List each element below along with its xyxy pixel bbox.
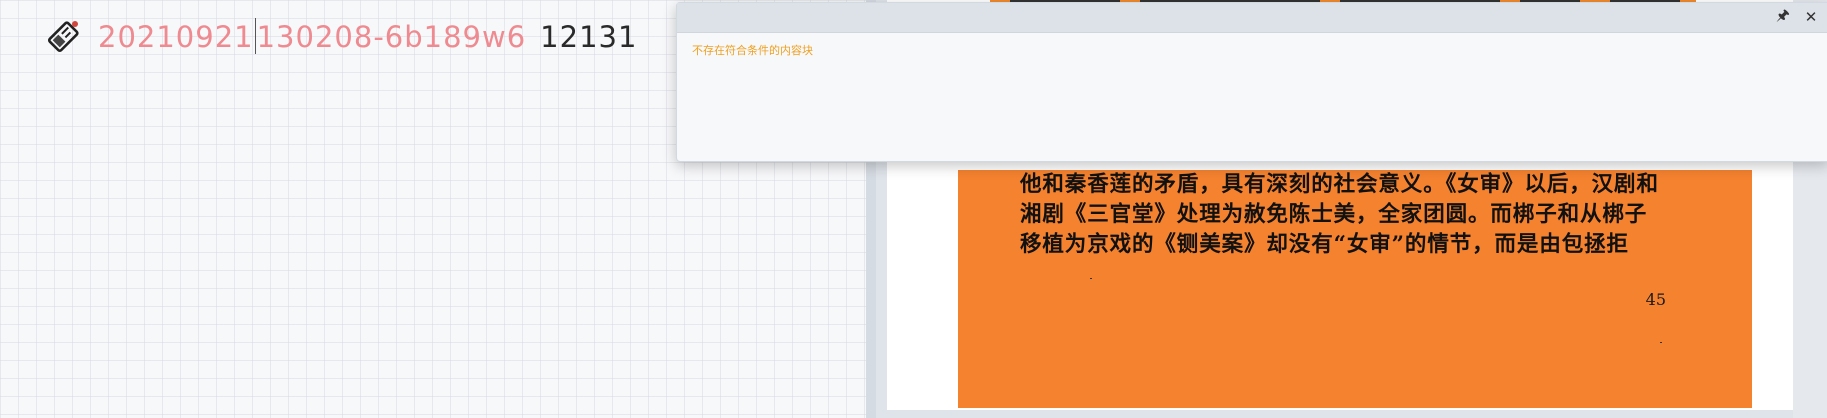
scan-speck	[1660, 342, 1662, 343]
close-button[interactable]: ✕	[1800, 6, 1822, 28]
title-highlight-part: 20210921	[98, 20, 254, 54]
empty-result-message: 不存在符合条件的内容块	[692, 44, 813, 57]
page-number: 45	[1645, 290, 1666, 309]
popup-toolbar: 🖈 ✕	[677, 3, 1827, 33]
scan-speck	[1090, 278, 1092, 279]
page-text-line: 湘剧《三官堂》处理为赦免陈士美，全家团圆。而梆子和从梆子	[1020, 202, 1648, 227]
title-plain-part: 12131	[540, 20, 638, 54]
title-highlight-part: 130208-6b189w6	[256, 20, 527, 54]
page-text: 他和秦香莲的矛盾，具有深刻的社会意义。《女审》以后，汉剧和 湘剧《三官堂》处理为…	[1020, 170, 1692, 260]
document-title[interactable]: 20210921 130208-6b189w6 12131	[98, 18, 637, 54]
text-caret	[254, 18, 256, 54]
preview-page: 他和秦香莲的矛盾，具有深刻的社会意义。《女审》以后，汉剧和 湘剧《三官堂》处理为…	[958, 170, 1752, 408]
search-result-popup: 🖈 ✕ 不存在符合条件的内容块	[676, 2, 1827, 162]
pin-button[interactable]: 🖈	[1772, 6, 1794, 28]
pin-icon: 🖈	[1776, 5, 1790, 24]
close-icon: ✕	[1804, 8, 1818, 26]
document-title-row: 20210921 130208-6b189w6 12131	[44, 14, 637, 58]
document-tag-icon	[47, 21, 79, 53]
page-text-line: 他和秦香莲的矛盾，具有深刻的社会意义。《女审》以后，汉剧和	[1020, 172, 1659, 197]
page-text-line: 移植为京戏的《铡美案》却没有“女审”的情节，而是由包拯拒	[1020, 232, 1629, 257]
